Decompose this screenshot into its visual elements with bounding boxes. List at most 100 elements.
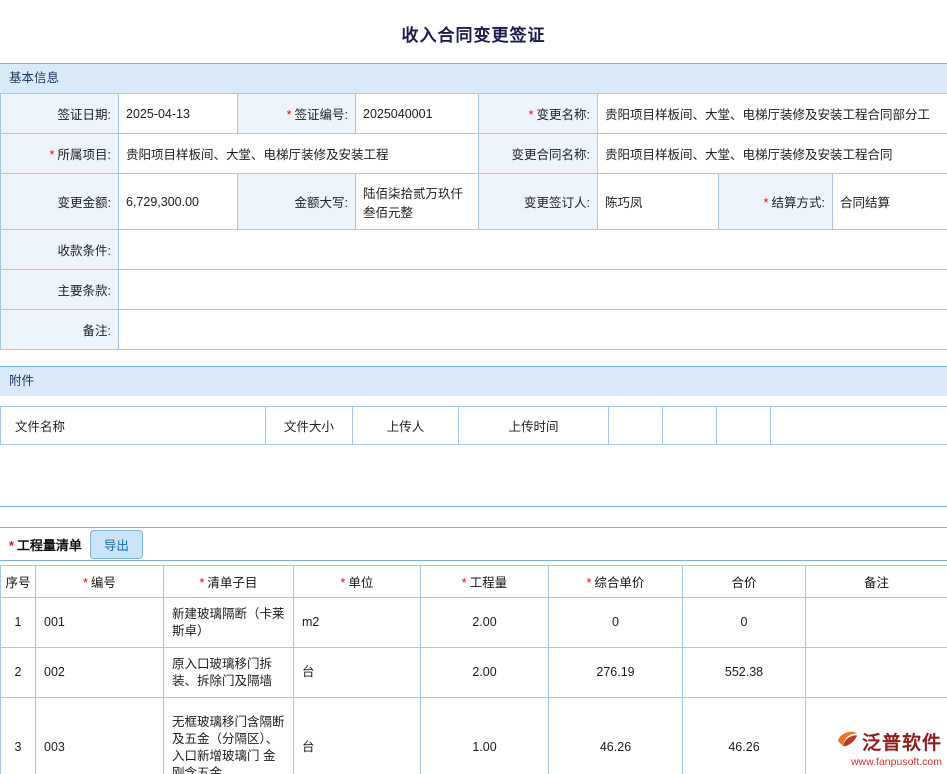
field-label-change-contract: 变更合同名称: (479, 134, 598, 174)
required-asterisk: * (200, 576, 205, 590)
boq-cell-unit: 台 (294, 698, 421, 774)
form-row-5: 主要条款: (1, 270, 947, 310)
required-asterisk: * (764, 196, 769, 210)
boq-col-item: *清单子目 (164, 566, 294, 598)
boq-row: 2 002 原入口玻璃移门拆装、拆除门及隔墙 台 2.00 276.19 552… (1, 648, 947, 698)
field-value-amount-words: 陆佰柒拾贰万玖仟叁佰元整 (356, 174, 479, 230)
field-label-project: *所属项目: (1, 134, 119, 174)
form-row-1: 签证日期: 2025-04-13 *签证编号: 2025040001 *变更名称… (1, 94, 947, 134)
field-label-amount: 变更金额: (1, 174, 119, 230)
field-label-change-name: *变更名称: (479, 94, 598, 134)
boq-cell-total: 46.26 (683, 698, 806, 774)
required-asterisk: * (341, 576, 346, 590)
boq-cell-total: 0 (683, 598, 806, 648)
attachments-col-empty (663, 407, 717, 445)
boq-header-row: 序号 *编号 *清单子目 *单位 *工程量 *综合单价 合价 备注 (1, 566, 947, 598)
field-value-sign-date: 2025-04-13 (119, 94, 238, 134)
field-label-amount-words: 金额大写: (238, 174, 356, 230)
form-row-4: 收款条件: (1, 230, 947, 270)
attachments-table: 文件名称 文件大小 上传人 上传时间 (0, 406, 947, 445)
section-header-attachments: 附件 (0, 366, 947, 396)
fanpu-logo: 泛普软件 www.fanpusoft.com (835, 728, 942, 768)
page: 收入合同变更签证 基本信息 签证日期: 2025-04-13 *签证编号: 20… (0, 0, 947, 774)
boq-cell-item: 无框玻璃移门含隔断及五金（分隔区）、入口新增玻璃门 金刚含五金 (164, 698, 294, 774)
field-label-remark: 备注: (1, 310, 119, 350)
boq-col-remark: 备注 (806, 566, 947, 598)
boq-cell-seq: 1 (1, 598, 36, 648)
fanpu-logo-site: www.fanpusoft.com (835, 756, 942, 768)
boq-col-quantity: *工程量 (421, 566, 549, 598)
boq-section-title: *工程量清单 (9, 535, 82, 554)
attachments-col-uploader: 上传人 (353, 407, 459, 445)
boq-section-bar: *工程量清单 导出 (0, 527, 947, 561)
boq-cell-seq: 3 (1, 698, 36, 774)
field-label-main-clauses: 主要条款: (1, 270, 119, 310)
field-value-settlement: 合同结算 (833, 174, 947, 230)
attachments-col-empty (771, 407, 947, 445)
export-button[interactable]: 导出 (90, 530, 143, 559)
boq-cell-quantity: 2.00 (421, 598, 549, 648)
required-asterisk: * (529, 108, 534, 122)
boq-cell-unit: 台 (294, 648, 421, 698)
required-asterisk: * (287, 108, 292, 122)
basic-info-form: 签证日期: 2025-04-13 *签证编号: 2025040001 *变更名称… (0, 93, 947, 350)
field-value-visa-no: 2025040001 (356, 94, 479, 134)
form-row-6: 备注: (1, 310, 947, 350)
boq-cell-remark (806, 598, 947, 648)
boq-cell-unit-price: 46.26 (549, 698, 683, 774)
field-value-remark (119, 310, 947, 350)
attachments-col-upload-time: 上传时间 (459, 407, 609, 445)
boq-cell-code: 001 (36, 598, 164, 648)
boq-col-unit-price: *综合单价 (549, 566, 683, 598)
boq-cell-seq: 2 (1, 648, 36, 698)
boq-cell-remark (806, 648, 947, 698)
boq-table: 序号 *编号 *清单子目 *单位 *工程量 *综合单价 合价 备注 1 001 … (0, 565, 947, 774)
boq-cell-unit-price: 276.19 (549, 648, 683, 698)
boq-cell-item: 新建玻璃隔断（卡莱斯卓） (164, 598, 294, 648)
page-title: 收入合同变更签证 (0, 0, 947, 63)
form-row-3: 变更金额: 6,729,300.00 金额大写: 陆佰柒拾贰万玖仟叁佰元整 变更… (1, 174, 947, 230)
form-row-2: *所属项目: 贵阳项目样板间、大堂、电梯厅装修及安装工程 变更合同名称: 贵阳项… (1, 134, 947, 174)
fanpu-logo-brand: 泛普软件 (862, 728, 942, 755)
boq-cell-code: 002 (36, 648, 164, 698)
boq-col-code: *编号 (36, 566, 164, 598)
field-value-signer: 陈巧凤 (598, 174, 719, 230)
field-label-receipt-terms: 收款条件: (1, 230, 119, 270)
boq-row: 1 001 新建玻璃隔断（卡莱斯卓） m2 2.00 0 0 (1, 598, 947, 648)
attachments-col-file-size: 文件大小 (266, 407, 353, 445)
boq-cell-quantity: 2.00 (421, 648, 549, 698)
fanpu-logo-icon (835, 728, 859, 755)
boq-col-total: 合价 (683, 566, 806, 598)
field-label-sign-date: 签证日期: (1, 94, 119, 134)
required-asterisk: * (462, 576, 467, 590)
boq-cell-total: 552.38 (683, 648, 806, 698)
field-value-change-contract: 贵阳项目样板间、大堂、电梯厅装修及安装工程合同 (598, 134, 947, 174)
attachments-header-row: 文件名称 文件大小 上传人 上传时间 (1, 407, 947, 445)
attachments-col-empty (609, 407, 663, 445)
boq-cell-unit-price: 0 (549, 598, 683, 648)
field-label-visa-no: *签证编号: (238, 94, 356, 134)
field-value-change-name: 贵阳项目样板间、大堂、电梯厅装修及安装工程合同部分工 (598, 94, 947, 134)
section-header-attachments-label: 附件 (9, 374, 34, 388)
boq-cell-code: 003 (36, 698, 164, 774)
required-asterisk: * (50, 148, 55, 162)
boq-cell-item: 原入口玻璃移门拆装、拆除门及隔墙 (164, 648, 294, 698)
boq-cell-unit: m2 (294, 598, 421, 648)
boq-col-unit: *单位 (294, 566, 421, 598)
attachments-empty-area (0, 445, 947, 507)
field-label-signer: 变更签订人: (479, 174, 598, 230)
field-value-receipt-terms (119, 230, 947, 270)
section-header-basic-info-label: 基本信息 (9, 71, 59, 85)
required-asterisk: * (587, 576, 592, 590)
section-header-basic-info: 基本信息 (0, 63, 947, 93)
attachments-col-empty (717, 407, 771, 445)
field-label-settlement: *结算方式: (719, 174, 833, 230)
boq-cell-quantity: 1.00 (421, 698, 549, 774)
attachments-col-file-name: 文件名称 (1, 407, 266, 445)
required-asterisk: * (83, 576, 88, 590)
field-value-project: 贵阳项目样板间、大堂、电梯厅装修及安装工程 (119, 134, 479, 174)
boq-row: 3 003 无框玻璃移门含隔断及五金（分隔区）、入口新增玻璃门 金刚含五金 台 … (1, 698, 947, 774)
boq-col-seq: 序号 (1, 566, 36, 598)
field-value-main-clauses (119, 270, 947, 310)
required-asterisk: * (9, 539, 14, 553)
